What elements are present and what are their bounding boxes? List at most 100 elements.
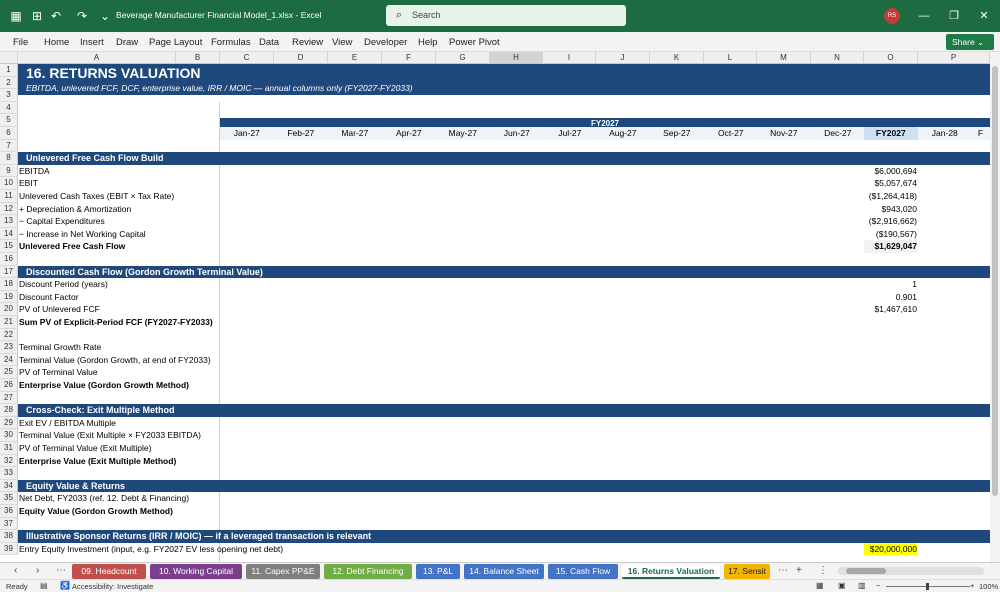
menu-draw[interactable]: Draw — [116, 37, 138, 48]
sheet-tab[interactable]: 11. Capex PP&E — [246, 564, 320, 579]
normal-view-icon[interactable]: ▦ — [816, 581, 824, 590]
accessibility-icon[interactable]: ♿ — [60, 581, 70, 590]
undo-icon[interactable]: ↶ — [48, 8, 64, 24]
column-header-m[interactable]: M — [757, 52, 811, 64]
fy2027-value[interactable]: ($1,264,418) — [864, 190, 917, 203]
column-header-k[interactable]: K — [650, 52, 704, 64]
row-label[interactable]: Net Debt, FY2033 (ref. 12. Debt & Financ… — [19, 492, 189, 505]
row-header-7[interactable]: 7 — [0, 139, 18, 153]
more-sheets-icon[interactable]: ⋯ — [56, 565, 66, 576]
sheet-tab[interactable]: 10. Working Capital — [150, 564, 242, 579]
column-header-n[interactable]: N — [811, 52, 864, 64]
row-header-15[interactable]: 15 — [0, 240, 18, 253]
row-header-28[interactable]: 28 — [0, 404, 18, 417]
column-header-o[interactable]: O — [864, 52, 918, 64]
sheet-tab[interactable]: 09. Headcount — [72, 564, 146, 579]
column-header-c[interactable]: C — [220, 52, 274, 64]
sheet-overflow-icon[interactable]: ⋯ — [778, 565, 788, 576]
fy2027-value[interactable]: $943,020 — [864, 203, 917, 216]
fy2027-value[interactable]: 0.901 — [864, 291, 917, 304]
prev-sheet-icon[interactable]: ‹ — [14, 565, 17, 576]
row-header-34[interactable]: 34 — [0, 479, 18, 493]
row-header-11[interactable]: 11 — [0, 190, 18, 203]
row-label[interactable]: Equity Value (Gordon Growth Method) — [19, 505, 173, 518]
row-header-23[interactable]: 23 — [0, 341, 18, 354]
hscroll-thumb[interactable] — [846, 568, 886, 574]
page-layout-icon[interactable]: ▣ — [838, 581, 846, 590]
next-sheet-icon[interactable]: › — [36, 565, 39, 576]
menu-formulas[interactable]: Formulas — [211, 37, 251, 48]
row-header-9[interactable]: 9 — [0, 164, 18, 178]
row-header-16[interactable]: 16 — [0, 253, 18, 266]
macro-icon[interactable]: ▤ — [40, 581, 48, 590]
menu-data[interactable]: Data — [259, 37, 279, 48]
sheet-tab[interactable]: 17. Sensit — [724, 564, 770, 579]
row-label[interactable]: Unlevered Free Cash Flow — [19, 240, 125, 253]
column-header-a[interactable]: A — [18, 52, 176, 64]
row-header-26[interactable]: 26 — [0, 379, 18, 392]
row-header-1[interactable]: 1 — [0, 64, 18, 77]
menu-insert[interactable]: Insert — [80, 37, 104, 48]
row-header-4[interactable]: 4 — [0, 101, 18, 115]
row-label[interactable]: Terminal Growth Rate — [19, 341, 101, 354]
close-icon[interactable]: ✕ — [974, 6, 994, 26]
horizontal-scrollbar[interactable] — [838, 567, 984, 575]
row-header-31[interactable]: 31 — [0, 442, 18, 455]
row-header-36[interactable]: 36 — [0, 505, 18, 518]
column-header-e[interactable]: E — [328, 52, 382, 64]
column-header-i[interactable]: I — [543, 52, 596, 64]
sheet-tab[interactable]: 15. Cash Flow — [548, 564, 618, 579]
row-header-33[interactable]: 33 — [0, 467, 18, 480]
row-header-37[interactable]: 37 — [0, 517, 18, 531]
row-label[interactable]: PV of Terminal Value — [19, 366, 98, 379]
row-header-12[interactable]: 12 — [0, 202, 18, 216]
fy2027-value[interactable]: $20,000,000 — [864, 542, 917, 556]
row-label[interactable]: − Increase in Net Working Capital — [19, 228, 146, 241]
restore-icon[interactable]: ❐ — [944, 6, 964, 26]
page-break-icon[interactable]: ▥ — [858, 581, 866, 590]
menu-help[interactable]: Help — [418, 37, 438, 48]
row-label[interactable]: + Depreciation & Amortization — [19, 203, 131, 216]
zoom-level[interactable]: 100% — [979, 582, 998, 591]
fy2027-value[interactable]: $1,467,610 — [864, 303, 917, 316]
fy2027-value[interactable]: 1 — [864, 278, 917, 291]
row-header-14[interactable]: 14 — [0, 227, 18, 241]
row-label[interactable]: Terminal Value (Exit Multiple × FY2033 E… — [19, 429, 201, 442]
menu-review[interactable]: Review — [292, 37, 323, 48]
customize-toolbar-icon[interactable]: ⌄ — [97, 8, 113, 24]
row-label[interactable]: Unlevered Cash Taxes (EBIT × Tax Rate) — [19, 190, 174, 203]
column-header-b[interactable]: B — [176, 52, 220, 64]
row-header-13[interactable]: 13 — [0, 215, 18, 228]
row-label[interactable]: Sum PV of Explicit-Period FCF (FY2027-FY… — [19, 316, 213, 329]
row-header-5[interactable]: 5 — [0, 114, 18, 127]
user-avatar[interactable]: RS — [884, 8, 900, 24]
column-header-h[interactable]: H — [490, 52, 543, 64]
sheet-menu-icon[interactable]: ⋮ — [818, 565, 828, 576]
menu-power-pivot[interactable]: Power Pivot — [449, 37, 500, 48]
row-header-35[interactable]: 35 — [0, 492, 18, 505]
row-header-18[interactable]: 18 — [0, 278, 18, 291]
row-label[interactable]: EBIT — [19, 177, 38, 190]
fy2027-value[interactable]: ($2,916,662) — [864, 215, 917, 228]
sheet-tab[interactable]: 12. Debt Financing — [324, 564, 412, 579]
sheet-tab[interactable]: 14. Balance Sheet — [464, 564, 544, 579]
select-all-corner[interactable] — [0, 52, 18, 64]
row-header-32[interactable]: 32 — [0, 454, 18, 468]
vertical-scrollbar[interactable] — [990, 52, 1000, 562]
row-label[interactable]: Enterprise Value (Gordon Growth Method) — [19, 379, 189, 392]
column-header-g[interactable]: G — [436, 52, 490, 64]
share-button[interactable]: Share ⌄ — [946, 34, 994, 50]
zoom-in-icon[interactable]: + — [970, 581, 974, 590]
worksheet-grid[interactable]: 16. RETURNS VALUATION EBITDA, unlevered … — [18, 64, 990, 562]
row-header-2[interactable]: 2 — [0, 76, 18, 90]
row-header-39[interactable]: 39 — [0, 542, 18, 556]
row-header-10[interactable]: 10 — [0, 177, 18, 190]
row-label[interactable]: PV of Terminal Value (Exit Multiple) — [19, 442, 151, 455]
accessibility-status[interactable]: Accessibility: Investigate — [72, 582, 153, 591]
row-header-3[interactable]: 3 — [0, 89, 18, 102]
row-header-6[interactable]: 6 — [0, 127, 18, 140]
row-header-38[interactable]: 38 — [0, 530, 18, 543]
row-header-8[interactable]: 8 — [0, 152, 18, 165]
menu-home[interactable]: Home — [44, 37, 69, 48]
row-label[interactable]: Terminal Value (Gordon Growth, at end of… — [19, 354, 211, 367]
